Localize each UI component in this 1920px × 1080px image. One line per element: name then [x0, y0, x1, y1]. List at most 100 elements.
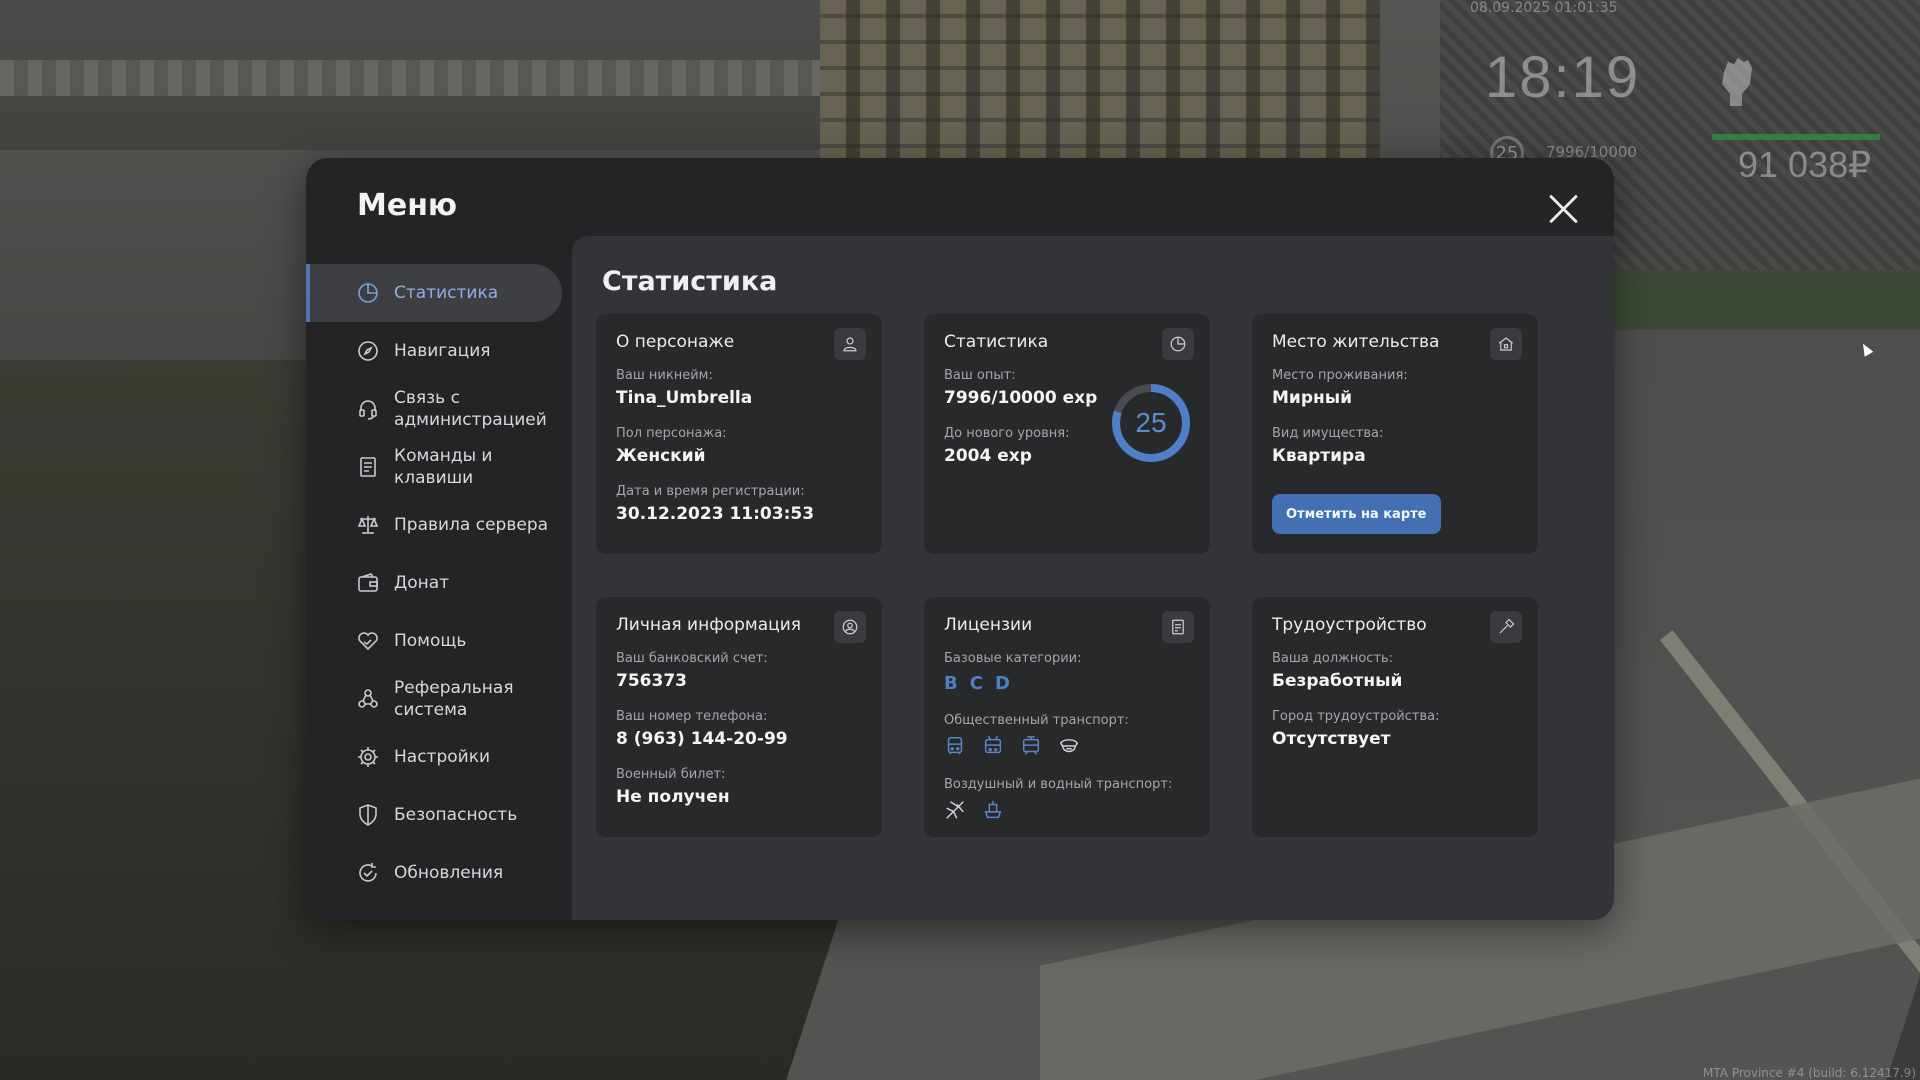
position-value: Безработный — [1272, 671, 1403, 691]
card-title: Трудоустройство — [1272, 615, 1427, 635]
air-water-transport-icons — [944, 799, 1006, 823]
public-transport-label: Общественный транспорт: — [944, 713, 1129, 728]
position-label: Ваша должность: — [1272, 651, 1394, 666]
sidebar-item-label: Обновления — [394, 863, 504, 883]
job-city-value: Отсутствует — [1272, 729, 1391, 749]
card-title: Статистика — [944, 332, 1049, 352]
registration-value: 30.12.2023 11:03:53 — [616, 504, 815, 524]
people-icon — [356, 687, 380, 711]
phone-label: Ваш номер телефона: — [616, 709, 768, 724]
sidebar-item-statistics[interactable]: Статистика — [306, 264, 562, 322]
gear-icon — [356, 745, 380, 769]
refresh-check-icon — [356, 861, 380, 885]
sidebar-item-security[interactable]: Безопасность — [306, 786, 562, 844]
license-category: D — [994, 673, 1010, 694]
bridge-railing — [0, 60, 820, 96]
shield-icon — [356, 803, 380, 827]
plane-icon — [944, 799, 968, 823]
gender-label: Пол персонажа: — [616, 426, 727, 441]
job-city-label: Город трудоустройства: — [1272, 709, 1440, 724]
sidebar-item-label: Навигация — [394, 341, 491, 361]
pie-chart-icon — [356, 281, 380, 305]
employment-card: Трудоустройство Ваша должность: Безработ… — [1252, 597, 1538, 837]
license-categories: B C D — [944, 673, 1010, 694]
card-title: Место жительства — [1272, 332, 1440, 352]
bus-icon — [944, 735, 968, 759]
property-value: Квартира — [1272, 446, 1366, 466]
residence-place-value: Мирный — [1272, 388, 1353, 408]
registration-label: Дата и время регистрации: — [616, 484, 805, 499]
exp-label: Ваш опыт: — [944, 368, 1016, 383]
next-level-value: 2004 exp — [944, 446, 1032, 466]
build-version: MTA Province #4 (build: 6.12417.9) — [1703, 1066, 1916, 1080]
sidebar-item-label: Команды и клавиши — [394, 446, 493, 488]
page-title: Статистика — [602, 266, 778, 297]
card-title: Личная информация — [616, 615, 802, 635]
hammer-icon — [1490, 611, 1522, 643]
personal-info-card: Личная информация Ваш банковский счет: 7… — [596, 597, 882, 837]
exp-value: 7996/10000 exp — [944, 388, 1098, 408]
sidebar-item-label: Помощь — [394, 631, 467, 651]
close-icon[interactable] — [1546, 192, 1580, 226]
gender-value: Женский — [616, 446, 706, 466]
user-icon — [834, 328, 866, 360]
residence-card: Место жительства Место проживания: Мирны… — [1252, 314, 1538, 554]
compass-icon — [356, 339, 380, 363]
menu-title: Меню — [357, 188, 458, 223]
boat-icon — [982, 799, 1006, 823]
sidebar-item-commands[interactable]: Команды и клавиши — [306, 438, 562, 496]
sidebar-item-label: Донат — [394, 573, 450, 593]
base-categories-label: Базовые категории: — [944, 651, 1082, 666]
pie-chart-icon — [1162, 328, 1194, 360]
bank-value: 756373 — [616, 671, 687, 691]
sidebar-item-label: Статистика — [394, 283, 499, 303]
headset-icon — [356, 397, 380, 421]
sidebar-item-rules[interactable]: Правила сервера — [306, 496, 562, 554]
sidebar-item-label: Настройки — [394, 747, 491, 767]
id-card-icon — [1162, 611, 1194, 643]
sidebar-item-admin-contact[interactable]: Связь с администрацией — [306, 380, 562, 438]
fist-icon — [1712, 54, 1760, 110]
sidebar-item-label: Безопасность — [394, 805, 518, 825]
property-label: Вид имущества: — [1272, 426, 1384, 441]
nickname-label: Ваш никнейм: — [616, 368, 713, 383]
phone-value: 8 (963) 144-20-99 — [616, 729, 788, 749]
licenses-card: Лицензии Базовые категории: B C D Общест… — [924, 597, 1210, 837]
sidebar: Статистика Навигация Связь с администрац… — [306, 264, 564, 902]
hud-clock: 18:19 — [1485, 45, 1641, 110]
military-label: Военный билет: — [616, 767, 726, 782]
sidebar-item-label: Реферальная система — [394, 678, 514, 720]
license-category: B — [944, 673, 958, 694]
document-icon — [356, 455, 380, 479]
mark-on-map-button[interactable]: Отметить на карте — [1272, 494, 1441, 534]
hud-money: 91 038₽ — [1738, 144, 1872, 185]
military-value: Не получен — [616, 787, 730, 807]
statistics-panel: Статистика О персонаже Ваш никнейм: Tina… — [572, 236, 1614, 920]
hud-datetime: 08.09.2025 01:01:35 — [1470, 0, 1618, 16]
user-circle-icon — [834, 611, 866, 643]
sidebar-item-donate[interactable]: Донат — [306, 554, 562, 612]
residence-place-label: Место проживания: — [1272, 368, 1408, 383]
stats-card: Статистика Ваш опыт: 7996/10000 exp До н… — [924, 314, 1210, 554]
sidebar-item-navigation[interactable]: Навигация — [306, 322, 562, 380]
sidebar-item-label: Правила сервера — [394, 515, 549, 535]
house-icon — [1490, 328, 1522, 360]
driver-cap-icon — [1058, 735, 1082, 759]
character-card: О персонаже Ваш никнейм: Tina_Umbrella П… — [596, 314, 882, 554]
next-level-label: До нового уровня: — [944, 426, 1070, 441]
wallet-icon — [356, 571, 380, 595]
sidebar-item-updates[interactable]: Обновления — [306, 844, 562, 902]
scales-icon — [356, 513, 380, 537]
air-water-transport-label: Воздушный и водный транспорт: — [944, 777, 1173, 792]
bank-label: Ваш банковский счет: — [616, 651, 768, 666]
sidebar-item-referral[interactable]: Реферальная система — [306, 670, 562, 728]
hud-health-bar — [1712, 134, 1880, 140]
sidebar-item-settings[interactable]: Настройки — [306, 728, 562, 786]
card-title: О персонаже — [616, 332, 735, 352]
tram-icon — [1020, 735, 1044, 759]
public-transport-icons — [944, 735, 1082, 759]
heart-hand-icon — [356, 629, 380, 653]
card-title: Лицензии — [944, 615, 1033, 635]
nickname-value: Tina_Umbrella — [616, 388, 753, 408]
sidebar-item-help[interactable]: Помощь — [306, 612, 562, 670]
